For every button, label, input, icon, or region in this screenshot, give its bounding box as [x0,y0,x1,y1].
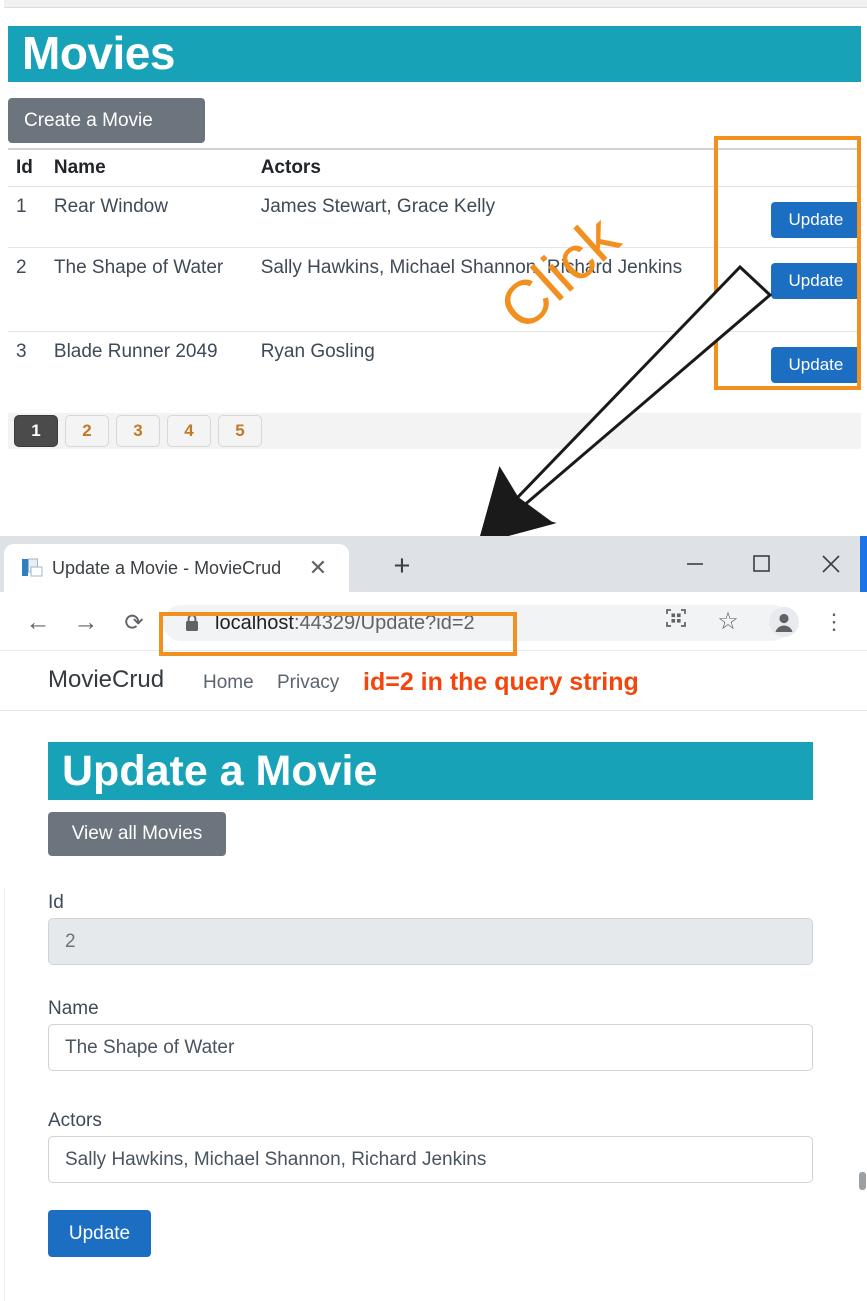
pagination-page-5[interactable]: 5 [218,415,262,447]
label-actors: Actors [48,1110,102,1131]
cell-name: The Shape of Water [43,247,251,332]
view-all-movies-button[interactable]: View all Movies [48,812,226,856]
cell-actors: Sally Hawkins, Michael Shannon, Richard … [250,247,700,332]
scrollbar-track[interactable] [859,888,867,1301]
column-header-name: Name [43,148,251,187]
page-content: Update a Movie View all Movies Id 2 Name… [0,712,867,1301]
label-name: Name [48,998,99,1019]
name-field[interactable]: The Shape of Water [48,1024,813,1071]
document-favicon [22,558,43,577]
nav-link-privacy[interactable]: Privacy [277,672,339,694]
pagination: 1 2 3 4 5 [8,413,861,449]
cell-id: 3 [8,331,44,416]
browser-tab[interactable]: Update a Movie - MovieCrud ✕ [4,544,349,592]
pagination-page-4[interactable]: 4 [167,415,211,447]
minimize-button[interactable] [672,544,718,582]
cell-id: 1 [8,186,44,248]
column-header-id: Id [8,148,44,187]
pagination-page-3[interactable]: 3 [116,415,160,447]
id-field: 2 [48,918,813,965]
browser-menu-icon[interactable]: ⋮ [818,606,850,638]
label-id: Id [48,892,64,913]
titlebar-right-edge [860,536,867,592]
browser-titlebar: Update a Movie - MovieCrud ✕ + [0,536,867,592]
forward-icon[interactable]: → [70,606,102,638]
pagination-page-2[interactable]: 2 [65,415,109,447]
profile-avatar-icon[interactable] [768,606,800,638]
maximize-button[interactable] [738,544,784,582]
movies-list-screenshot: Movies Create a Movie Id Name Actors 1 R… [0,0,867,536]
window-chrome-strip [0,0,867,8]
close-tab-icon[interactable]: ✕ [304,554,332,582]
actors-field[interactable]: Sally Hawkins, Michael Shannon, Richard … [48,1136,813,1183]
cell-actors: Ryan Gosling [250,331,700,416]
pagination-page-1[interactable]: 1 [14,415,58,447]
column-header-actors: Actors [250,148,700,187]
cell-id: 2 [8,247,44,332]
page-title: Movies [22,27,175,79]
bookmark-star-icon[interactable]: ☆ [712,606,744,638]
tab-title: Update a Movie - MovieCrud [52,558,282,578]
highlight-box-update-column [714,136,861,390]
close-window-button[interactable] [808,544,854,582]
update-page-title: Update a Movie [62,747,378,795]
movies-page-banner: Movies [8,26,861,82]
cell-name: Blade Runner 2049 [43,331,251,416]
highlight-box-url [159,612,517,656]
submit-update-button[interactable]: Update [48,1210,151,1257]
content-left-edge [0,888,5,1301]
qr-code-icon[interactable] [660,606,692,638]
nav-link-home[interactable]: Home [203,672,254,694]
site-brand[interactable]: MovieCrud [48,666,164,694]
scrollbar-thumb[interactable] [859,1172,866,1190]
query-string-annotation: id=2 in the query string [363,668,639,696]
page-root: Movies Create a Movie Id Name Actors 1 R… [0,0,867,1301]
cell-name: Rear Window [43,186,251,248]
back-icon[interactable]: ← [22,606,54,638]
new-tab-icon[interactable]: + [385,550,419,584]
reload-icon[interactable]: ⟳ [118,606,150,638]
create-movie-button[interactable]: Create a Movie [8,98,205,143]
update-page-banner: Update a Movie [48,742,813,800]
cell-actors: James Stewart, Grace Kelly [250,186,700,248]
